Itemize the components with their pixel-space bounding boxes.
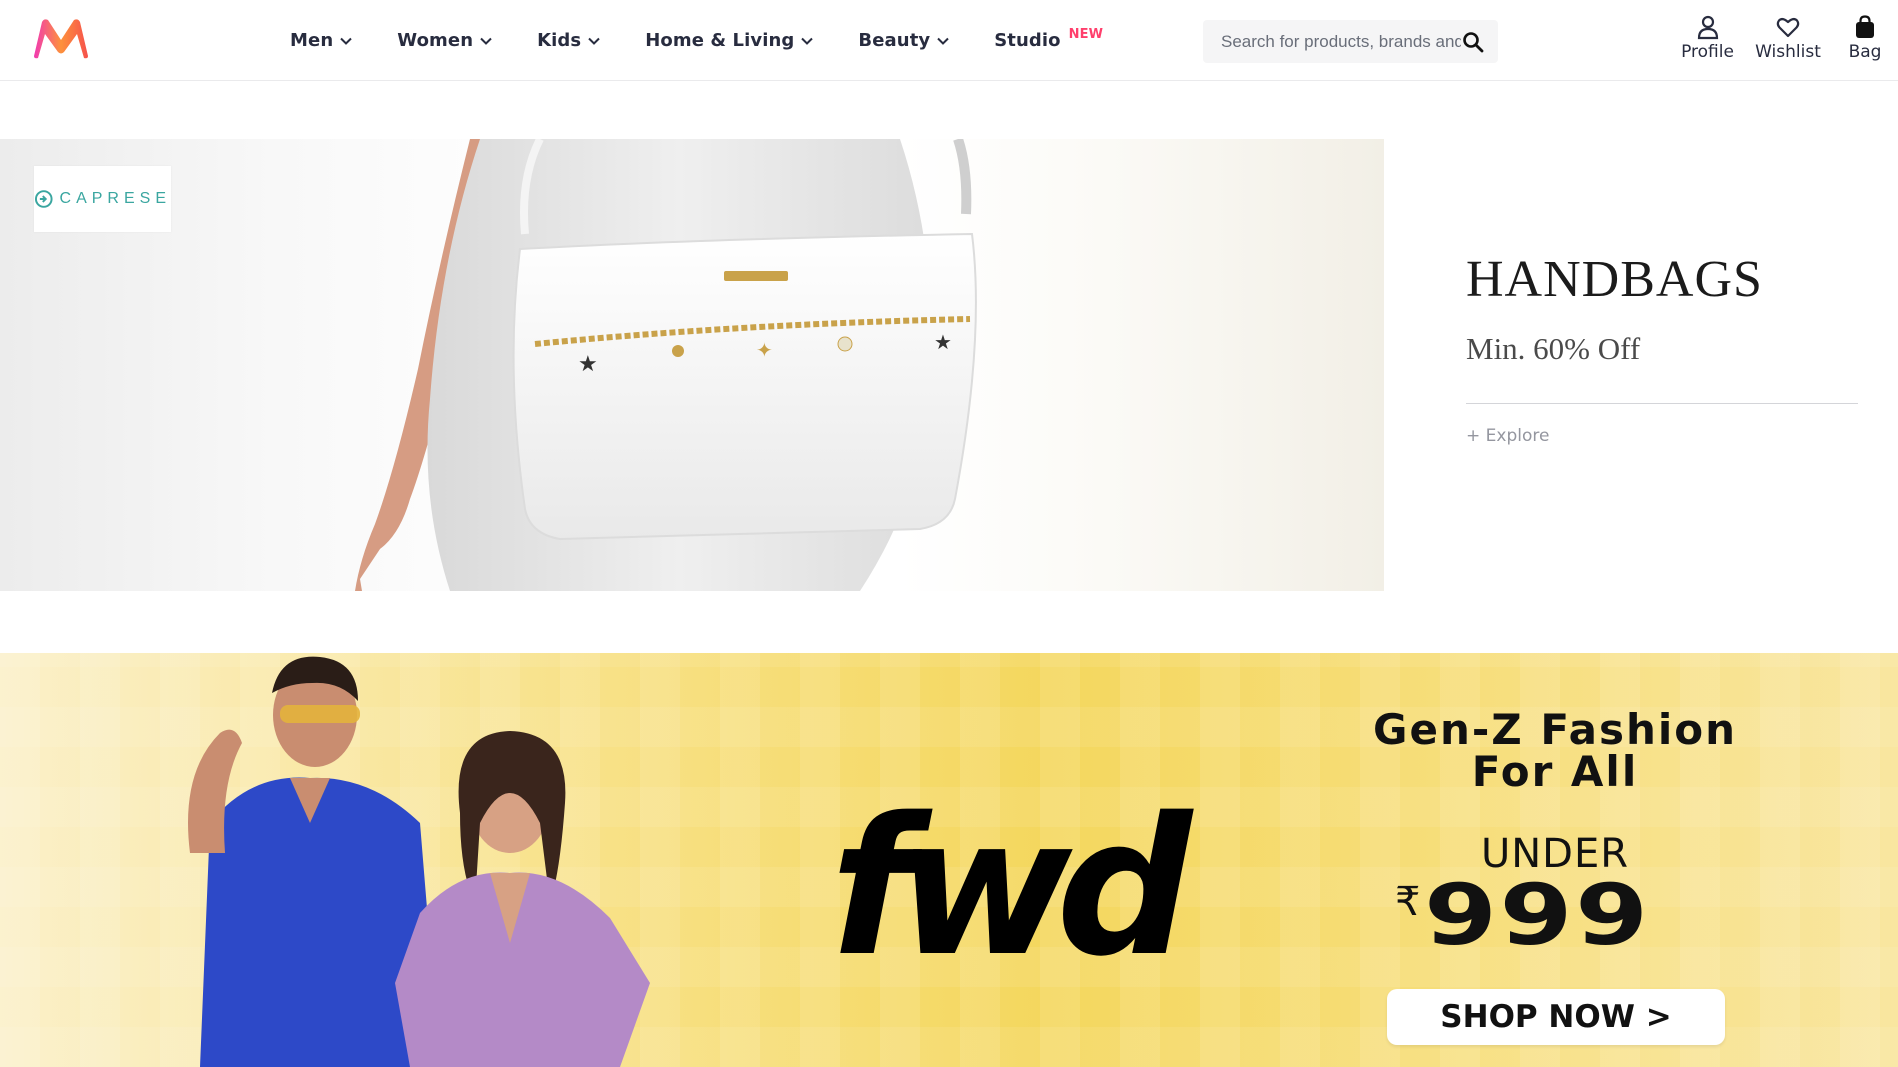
currency-symbol: ₹ (1395, 879, 1421, 925)
chevron-down-icon (480, 37, 492, 45)
handbag-model-image: ★ ✦ ★ (355, 139, 977, 591)
shop-now-button[interactable]: SHOP NOW > (1387, 989, 1725, 1045)
price-tag: ₹ 999 (1395, 873, 1649, 957)
chevron-down-icon (801, 37, 814, 45)
promo-title: HANDBAGS (1466, 251, 1763, 308)
user-icon (1697, 15, 1718, 40)
handbags-promo-text: HANDBAGS Min. 60% Off + Explore (1466, 250, 1858, 446)
profile-label: Profile (1681, 42, 1734, 62)
svg-text:✦: ✦ (756, 338, 773, 362)
fwd-banner[interactable]: fwd Gen-Z Fashion For All UNDER ₹ 999 SH… (0, 653, 1898, 1067)
wishlist-button[interactable]: Wishlist (1747, 14, 1829, 62)
search-bar (1203, 20, 1498, 63)
caprese-brand-badge: CAPRESE (34, 166, 171, 232)
nav-item-beauty[interactable]: Beauty (858, 30, 950, 51)
nav-label: Studio (994, 30, 1061, 51)
myntra-logo-icon[interactable] (30, 16, 92, 60)
caprese-logo-icon (34, 190, 53, 208)
explore-link[interactable]: + Explore (1466, 426, 1549, 446)
handbags-banner[interactable]: ★ ✦ ★ CAPRESE (0, 139, 1384, 591)
main-nav: Men Women Kids Home & Living Beauty Stud… (290, 0, 1147, 81)
nav-label: Home & Living (645, 30, 795, 51)
bag-button[interactable]: Bag (1835, 14, 1895, 62)
nav-label: Women (397, 30, 474, 51)
divider (1466, 403, 1858, 404)
fwd-logo: fwd (830, 777, 1192, 998)
nav-item-men[interactable]: Men (290, 30, 353, 51)
top-header: Men Women Kids Home & Living Beauty Stud… (0, 0, 1898, 81)
nav-item-women[interactable]: Women (397, 30, 493, 51)
nav-label: Kids (537, 30, 582, 51)
new-badge: NEW (1068, 27, 1104, 42)
shopping-bag-icon (1856, 15, 1874, 38)
chevron-down-icon (937, 37, 949, 45)
headline-line-1: Gen-Z Fashion (1373, 705, 1737, 754)
wishlist-label: Wishlist (1755, 42, 1821, 62)
promo-subtitle: Min. 60% Off (1466, 331, 1641, 366)
nav-item-studio[interactable]: Studio NEW (994, 27, 1104, 51)
chevron-down-icon (588, 37, 600, 45)
nav-item-home-living[interactable]: Home & Living (645, 30, 814, 51)
header-actions: Profile Wishlist Bag (1670, 14, 1895, 62)
chevron-down-icon (340, 37, 352, 45)
models-image (188, 656, 650, 1067)
bag-label: Bag (1848, 42, 1882, 62)
price-value: 999 (1424, 866, 1652, 964)
heart-icon (1776, 17, 1800, 38)
fwd-headline: Gen-Z Fashion For All (1310, 709, 1800, 793)
nav-label: Beauty (858, 30, 931, 51)
search-input[interactable] (1221, 31, 1461, 52)
nav-label: Men (290, 30, 334, 51)
headline-line-2: For All (1471, 747, 1639, 796)
svg-text:★: ★ (934, 330, 952, 354)
search-icon[interactable] (1462, 31, 1484, 53)
profile-button[interactable]: Profile (1670, 14, 1745, 62)
brand-name: CAPRESE (59, 190, 171, 207)
svg-text:★: ★ (578, 352, 598, 377)
nav-item-kids[interactable]: Kids (537, 30, 601, 51)
